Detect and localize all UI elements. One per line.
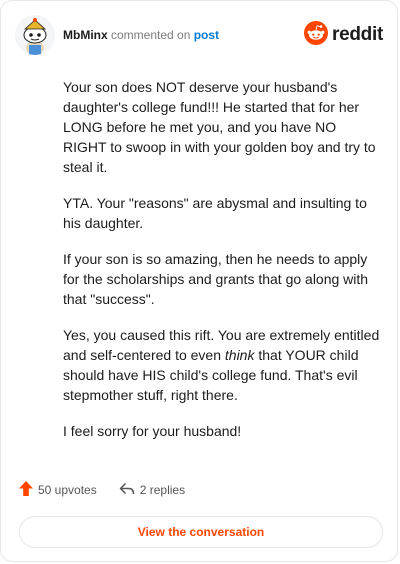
view-conversation-button[interactable]: View the conversation: [19, 516, 383, 548]
comment-card: MbMinx commented on post reddit Your son…: [0, 0, 398, 562]
comment-meta: MbMinx commented on post: [63, 28, 219, 42]
comment-footer: 50 upvotes 2 replies: [19, 481, 185, 499]
comment-body: Your son does NOT deserve your husband's…: [63, 77, 381, 457]
username-link[interactable]: MbMinx: [63, 28, 108, 42]
upvote-arrow-icon[interactable]: [19, 481, 33, 499]
comment-paragraph: I feel sorry for your husband!: [63, 423, 242, 439]
reply-arrow-icon[interactable]: [119, 482, 135, 499]
comment-paragraph: Your son does NOT deserve your husband's…: [63, 79, 376, 175]
upvote-count: 50 upvotes: [38, 483, 97, 497]
action-text: commented on: [107, 28, 194, 42]
reddit-wordmark: reddit: [332, 24, 383, 45]
reddit-logo-icon: [304, 20, 329, 50]
emphasis-text: think: [224, 347, 255, 363]
reddit-brand[interactable]: reddit: [304, 20, 383, 50]
post-link[interactable]: post: [194, 28, 219, 42]
comment-paragraph: YTA. Your "reasons" are abysmal and insu…: [63, 195, 367, 231]
upvote-stat[interactable]: 50 upvotes: [19, 481, 97, 499]
comment-header: MbMinx commented on post reddit: [15, 13, 383, 57]
comment-paragraph: Yes, you caused this rift. You are extre…: [63, 325, 381, 405]
replies-stat[interactable]: 2 replies: [119, 482, 185, 499]
reply-count: 2 replies: [139, 483, 186, 497]
snoo-avatar-icon[interactable]: [15, 15, 55, 55]
comment-paragraph: If your son is so amazing, then he needs…: [63, 251, 369, 307]
